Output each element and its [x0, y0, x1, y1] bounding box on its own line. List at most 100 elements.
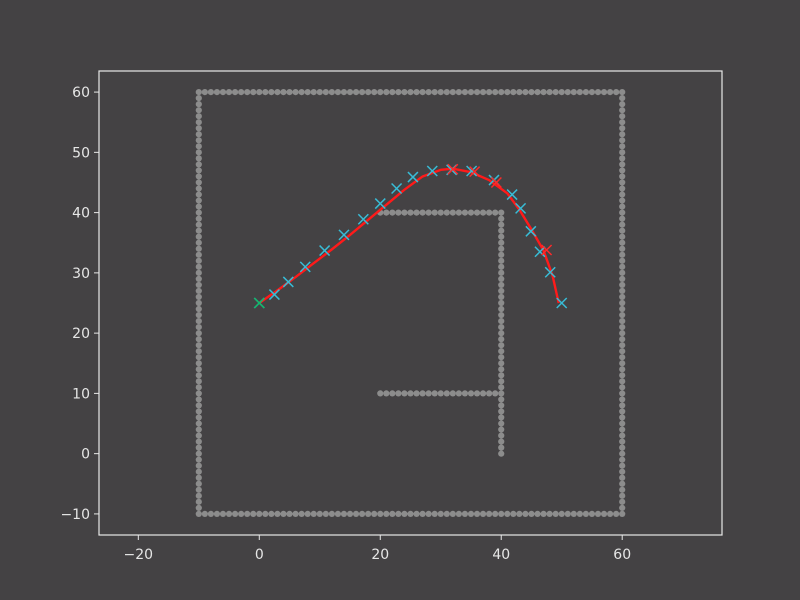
obstacle-point: [455, 209, 462, 216]
obstacle-point: [407, 390, 414, 397]
obstacle-point: [588, 88, 596, 96]
obstacle-point: [619, 251, 626, 258]
obstacle-point: [195, 498, 202, 505]
obstacle-point: [286, 88, 293, 96]
obstacle-point: [498, 444, 505, 451]
obstacle-point: [522, 88, 529, 96]
obstacle-point: [479, 209, 487, 216]
obstacle-point: [298, 510, 305, 518]
obstacle-point: [619, 480, 626, 487]
obstacle-point: [310, 510, 317, 518]
obstacle-point: [619, 239, 626, 246]
obstacle-point: [498, 420, 505, 427]
obstacle-point: [582, 88, 590, 96]
obstacle-point: [437, 88, 444, 96]
obstacle-point: [588, 510, 596, 518]
obstacle-point: [619, 324, 626, 331]
obstacle-point: [619, 257, 626, 264]
obstacle-point: [389, 88, 396, 96]
obstacle-point: [504, 510, 511, 518]
obstacle-point: [619, 396, 626, 403]
obstacle-point: [195, 336, 202, 343]
obstacle-point: [304, 88, 311, 96]
obstacle-point: [498, 317, 505, 325]
obstacle-point: [425, 390, 432, 397]
obstacle-point: [498, 293, 505, 301]
obstacle-point: [619, 299, 626, 307]
obstacle-point: [498, 366, 505, 373]
obstacle-point: [619, 360, 626, 367]
obstacle-point: [619, 486, 626, 493]
obstacle-point: [498, 384, 505, 391]
obstacle-point: [498, 426, 505, 433]
obstacle-point: [498, 311, 505, 319]
obstacle-point: [195, 251, 202, 258]
obstacle-point: [498, 348, 505, 355]
obstacle-point: [425, 209, 432, 216]
x-tick-label: 0: [255, 547, 264, 563]
obstacle-point: [492, 209, 499, 216]
obstacle-point: [619, 221, 626, 228]
obstacle-point: [619, 155, 626, 162]
obstacle-point: [395, 510, 402, 518]
obstacle-point: [328, 510, 335, 518]
obstacle-point: [195, 191, 202, 198]
obstacle-point: [346, 88, 354, 96]
obstacle-point: [256, 510, 263, 518]
obstacle-point: [619, 209, 626, 216]
obstacle-point: [576, 510, 583, 518]
obstacle-point: [195, 119, 202, 126]
obstacle-point: [498, 438, 505, 445]
obstacle-point: [195, 299, 202, 307]
obstacle-point: [195, 360, 202, 367]
obstacle-point: [413, 209, 420, 216]
obstacle-point: [413, 390, 420, 397]
obstacle-point: [467, 209, 475, 216]
obstacle-point: [619, 293, 626, 301]
obstacle-point: [607, 510, 614, 518]
obstacle-point: [619, 336, 626, 343]
obstacle-point: [419, 390, 426, 397]
obstacle-point: [498, 275, 505, 282]
obstacle-point: [498, 233, 505, 240]
obstacle-point: [498, 510, 505, 518]
obstacle-point: [262, 88, 269, 96]
obstacle-point: [492, 510, 499, 518]
obstacle-point: [195, 378, 202, 385]
obstacle-point: [619, 131, 626, 138]
obstacle-point: [498, 209, 505, 216]
obstacle-point: [449, 88, 456, 96]
obstacle-point: [352, 510, 360, 518]
obstacle-point: [195, 155, 202, 162]
obstacle-point: [619, 203, 626, 210]
y-tick-label: 0: [81, 447, 90, 463]
y-tick-label: 20: [72, 326, 90, 342]
obstacle-point: [195, 317, 202, 325]
obstacle-point: [195, 197, 202, 204]
obstacle-point: [195, 233, 202, 240]
obstacle-point: [510, 510, 517, 518]
obstacle-point: [619, 269, 626, 276]
obstacle-point: [498, 408, 505, 415]
obstacle-point: [498, 263, 505, 270]
obstacle-point: [195, 125, 202, 132]
obstacle-point: [461, 88, 469, 96]
obstacle-point: [195, 504, 202, 511]
obstacle-point: [449, 390, 456, 397]
obstacle-point: [479, 390, 487, 397]
obstacle-point: [498, 299, 505, 307]
obstacle-point: [498, 324, 505, 331]
obstacle-point: [619, 101, 626, 108]
obstacle-point: [407, 88, 414, 96]
obstacle-point: [225, 88, 233, 96]
obstacle-point: [443, 88, 450, 96]
obstacle-point: [244, 510, 251, 518]
obstacle-point: [389, 510, 396, 518]
obstacle-point: [250, 510, 257, 518]
obstacle-point: [552, 510, 559, 518]
obstacle-point: [619, 317, 626, 325]
obstacle-point: [195, 185, 202, 192]
obstacle-point: [619, 426, 626, 433]
obstacle-point: [195, 149, 202, 156]
obstacle-point: [195, 426, 202, 433]
